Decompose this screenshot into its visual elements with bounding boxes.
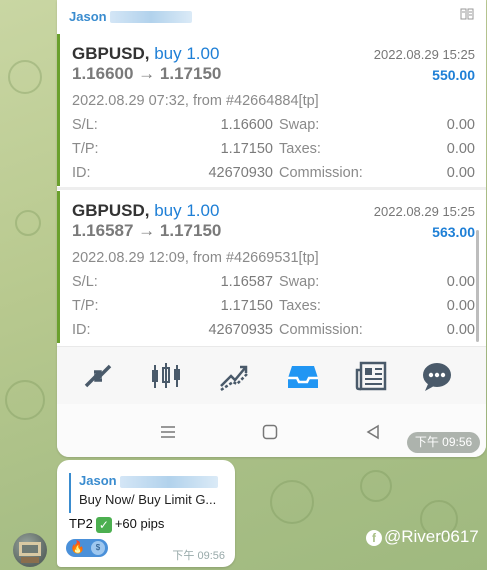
news-icon[interactable] — [355, 359, 389, 393]
trade-row-tp: T/P: 1.17150 Taxes: 0.00 — [72, 141, 475, 159]
sender-name[interactable]: Jason — [69, 9, 107, 24]
commission-value: 0.00 — [446, 322, 475, 338]
trade-side: buy 1.00 — [154, 201, 220, 220]
taxes-label: Taxes: — [279, 141, 321, 157]
swap-value: 0.00 — [446, 274, 475, 290]
fire-emoji: 🔥 — [70, 540, 85, 554]
trade-profit: 563.00 — [432, 224, 475, 240]
id-label: ID: — [72, 322, 91, 338]
message-time: 下午 09:56 — [407, 432, 480, 453]
trade-card[interactable]: GBPUSD, buy 1.00 2022.08.29 15:25 1.1660… — [57, 34, 485, 186]
tp-label: T/P: — [72, 141, 99, 157]
commission-label: Commission: — [279, 322, 363, 338]
message-text-after: +60 pips — [114, 516, 165, 531]
trade-close-time: 2022.08.29 15:25 — [373, 204, 475, 219]
trade-row-sl: S/L: 1.16600 Swap: 0.00 — [72, 117, 475, 135]
trade-symbol: GBPUSD, buy 1.00 — [72, 44, 219, 64]
reply-sender-name: Jason — [79, 473, 117, 488]
reactor-avatar: $ — [91, 541, 105, 555]
swap-value: 0.00 — [446, 117, 475, 133]
trade-row-tp: T/P: 1.17150 Taxes: 0.00 — [72, 298, 475, 316]
trade-row-id: ID: 42670930 Commission: 0.00 — [72, 165, 475, 183]
redacted-name-blur — [109, 10, 192, 23]
trade-row-sl: S/L: 1.16587 Swap: 0.00 — [72, 274, 475, 292]
background-doodle — [15, 210, 41, 236]
chat-icon[interactable] — [420, 359, 454, 393]
swap-label: Swap: — [279, 117, 320, 133]
app-tab-bar — [57, 346, 486, 405]
message-time: 下午 09:56 — [172, 550, 225, 562]
id-value: 42670935 — [208, 322, 273, 338]
facebook-icon: f — [366, 529, 382, 546]
swap-label: Swap: — [279, 274, 320, 290]
background-doodle — [360, 470, 392, 502]
reply-text: Buy Now/ Buy Limit G... — [79, 492, 217, 507]
background-doodle — [5, 380, 45, 420]
sl-label: S/L: — [72, 117, 98, 133]
message-bubble-text[interactable]: Jason Buy Now/ Buy Limit G... TP2 ✓ +60 pi… — [57, 460, 235, 567]
watermark-text: @River0617 — [384, 527, 479, 546]
taxes-value: 0.00 — [446, 298, 475, 314]
id-value: 42670930 — [208, 165, 273, 181]
trade-close-time: 2022.08.29 15:25 — [373, 47, 475, 62]
sender-row: Jason — [69, 8, 474, 24]
taxes-label: Taxes: — [279, 298, 321, 314]
background-doodle — [270, 480, 314, 524]
home-icon[interactable] — [258, 420, 282, 444]
trade-symbol: GBPUSD, buy 1.00 — [72, 201, 219, 221]
message-text: TP2 ✓ +60 pips — [69, 516, 164, 533]
card-divider — [57, 187, 486, 190]
sl-value: 1.16587 — [220, 274, 273, 290]
trade-icon[interactable] — [217, 359, 251, 393]
sl-value: 1.16600 — [220, 117, 273, 133]
trade-prices: 1.16587 → 1.17150 — [72, 221, 222, 240]
chart-icon[interactable] — [149, 359, 183, 393]
message-text-before: TP2 — [69, 516, 93, 531]
background-doodle — [8, 60, 42, 94]
back-icon[interactable] — [361, 420, 385, 444]
symbol-text: GBPUSD, — [72, 44, 150, 63]
trade-open-info: 2022.08.29 12:09, from #42669531[tp] — [72, 250, 319, 266]
trade-open-info: 2022.08.29 07:32, from #42664884[tp] — [72, 93, 319, 109]
trade-card[interactable]: GBPUSD, buy 1.00 2022.08.29 15:25 1.1658… — [57, 191, 485, 343]
commission-label: Commission: — [279, 165, 363, 181]
trade-profit: 550.00 — [432, 67, 475, 83]
commission-value: 0.00 — [446, 165, 475, 181]
tp-label: T/P: — [72, 298, 99, 314]
reply-quote[interactable]: Jason Buy Now/ Buy Limit G... — [69, 473, 234, 513]
tp-value: 1.17150 — [220, 298, 273, 314]
redacted-name-blur — [119, 475, 218, 488]
trade-prices: 1.16600 → 1.17150 — [72, 64, 222, 83]
message-bubble-screenshot[interactable]: Jason GBPUSD, buy 1.00 2022.08.29 15:25 … — [57, 0, 486, 457]
scrollbar[interactable] — [476, 230, 479, 342]
symbol-text: GBPUSD, — [72, 201, 150, 220]
id-label: ID: — [72, 165, 91, 181]
check-mark-icon: ✓ — [95, 516, 112, 533]
avatar[interactable] — [13, 533, 47, 567]
reaction-badge[interactable]: 🔥 $ — [66, 539, 108, 557]
recent-apps-icon[interactable] — [156, 420, 180, 444]
sl-label: S/L: — [72, 274, 98, 290]
trade-row-id: ID: 42670935 Commission: 0.00 — [72, 322, 475, 340]
taxes-value: 0.00 — [446, 141, 475, 157]
reply-sender: Jason — [79, 473, 234, 488]
quotes-icon[interactable] — [81, 359, 115, 393]
trade-side: buy 1.00 — [154, 44, 220, 63]
watermark: f @River0617 — [366, 527, 479, 547]
history-icon[interactable] — [286, 359, 320, 393]
tp-value: 1.17150 — [220, 141, 273, 157]
menu-icon[interactable] — [460, 8, 474, 20]
